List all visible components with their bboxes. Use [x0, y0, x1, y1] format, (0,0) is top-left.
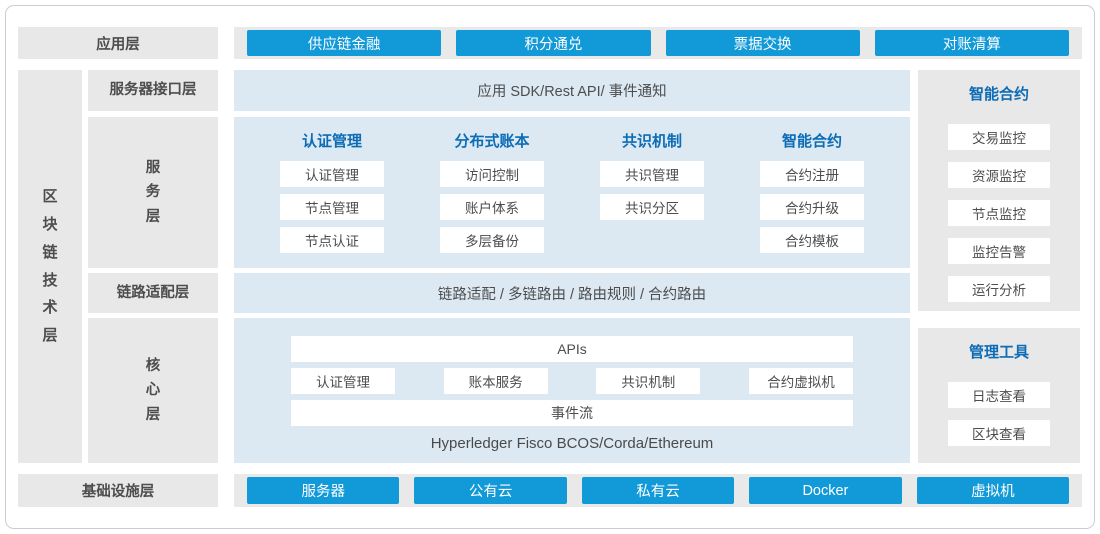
adapter-content-bar: 链路适配 / 多链路由 / 路由规则 / 合约路由 [234, 273, 910, 313]
service-item: 节点管理 [280, 194, 384, 220]
application-layer-label: 应用层 [18, 27, 218, 59]
service-item: 节点认证 [280, 227, 384, 253]
service-item: 共识分区 [600, 194, 704, 220]
service-column-header: 共识机制 [622, 130, 682, 151]
service-item: 合约升级 [760, 194, 864, 220]
monitor-item: 交易监控 [948, 124, 1050, 150]
platforms-text: Hyperledger Fisco BCOS/Corda/Ethereum [431, 435, 714, 452]
tool-item: 区块查看 [948, 420, 1050, 446]
service-item: 合约模板 [760, 227, 864, 253]
infrastructure-layer-row: 基础设施层 服务器 公有云 私有云 Docker 虚拟机 [18, 474, 1082, 507]
app-node-bill-exchange: 票据交换 [666, 30, 860, 56]
monitor-item: 监控告警 [948, 238, 1050, 264]
service-layer-label: 服 务 层 [88, 117, 218, 268]
core-modules-row: 认证管理 账本服务 共识机制 合约虚拟机 [291, 368, 853, 394]
service-item: 合约注册 [760, 161, 864, 187]
service-column-ledger: 分布式账本 访问控制 账户体系 多层备份 [440, 130, 544, 268]
monitor-panel: 智能合约 交易监控 资源监控 节点监控 监控告警 运行分析 [918, 70, 1080, 311]
service-column-smart-contract: 智能合约 合约注册 合约升级 合约模板 [760, 130, 864, 268]
service-item: 共识管理 [600, 161, 704, 187]
service-layer-panel: 认证管理 认证管理 节点管理 节点认证 分布式账本 访问控制 账户体系 多层备份… [234, 117, 910, 268]
monitor-panel-header: 智能合约 [969, 83, 1029, 104]
layer-label-column: 服务器接口层 服 务 层 链路适配层 核 心 层 [88, 70, 218, 463]
service-column-consensus: 共识机制 共识管理 共识分区 [600, 130, 704, 268]
infrastructure-layer-label: 基础设施层 [18, 474, 218, 507]
core-layer-panel: APIs 认证管理 账本服务 共识机制 合约虚拟机 事件流 Hyperledge… [234, 318, 910, 463]
sdk-api-bar: 应用 SDK/Rest API/ 事件通知 [234, 70, 910, 111]
application-layer-row: 应用层 供应链金融 积分通兑 票据交换 对账清算 [18, 27, 1082, 59]
monitor-item: 运行分析 [948, 276, 1050, 302]
management-tools-panel: 管理工具 日志查看 区块查看 [918, 328, 1080, 463]
event-stream-bar: 事件流 [291, 400, 853, 426]
app-node-reconciliation: 对账清算 [875, 30, 1069, 56]
core-module: 合约虚拟机 [749, 368, 853, 394]
blockchain-tech-layer-label: 区 块 链 技 术 层 [18, 70, 82, 463]
service-column-header: 认证管理 [302, 130, 362, 151]
core-module: 账本服务 [444, 368, 548, 394]
adapter-layer-label: 链路适配层 [88, 273, 218, 313]
infra-node-docker: Docker [749, 477, 901, 504]
service-item: 访问控制 [440, 161, 544, 187]
monitor-item: 资源监控 [948, 162, 1050, 188]
service-column-header: 分布式账本 [454, 130, 529, 151]
blockchain-tech-band: 区 块 链 技 术 层 服务器接口层 服 务 层 链路适配层 核 心 层 应用 … [18, 70, 1082, 463]
diagram-frame: 应用层 供应链金融 积分通兑 票据交换 对账清算 区 块 链 技 术 层 服务器… [5, 5, 1095, 529]
core-layer-label: 核 心 层 [88, 318, 218, 463]
infra-node-private-cloud: 私有云 [582, 477, 734, 504]
infra-node-vm: 虚拟机 [917, 477, 1069, 504]
app-node-points-exchange: 积分通兑 [456, 30, 650, 56]
interface-layer-label: 服务器接口层 [88, 70, 218, 111]
service-item: 多层备份 [440, 227, 544, 253]
core-module: 认证管理 [291, 368, 395, 394]
infrastructure-button-strip: 服务器 公有云 私有云 Docker 虚拟机 [234, 474, 1082, 507]
application-button-strip: 供应链金融 积分通兑 票据交换 对账清算 [234, 27, 1082, 59]
infra-node-server: 服务器 [247, 477, 399, 504]
tool-item: 日志查看 [948, 382, 1050, 408]
core-module: 共识机制 [596, 368, 700, 394]
infra-node-public-cloud: 公有云 [414, 477, 566, 504]
apis-bar: APIs [291, 336, 853, 362]
main-content-column: 应用 SDK/Rest API/ 事件通知 认证管理 认证管理 节点管理 节点认… [234, 70, 910, 463]
app-node-supply-chain-finance: 供应链金融 [247, 30, 441, 56]
right-sidebar: 智能合约 交易监控 资源监控 节点监控 监控告警 运行分析 管理工具 日志查看 … [918, 70, 1080, 463]
management-tools-header: 管理工具 [969, 341, 1029, 362]
service-item: 认证管理 [280, 161, 384, 187]
service-item: 账户体系 [440, 194, 544, 220]
service-column-auth: 认证管理 认证管理 节点管理 节点认证 [280, 130, 384, 268]
monitor-item: 节点监控 [948, 200, 1050, 226]
service-column-header: 智能合约 [782, 130, 842, 151]
